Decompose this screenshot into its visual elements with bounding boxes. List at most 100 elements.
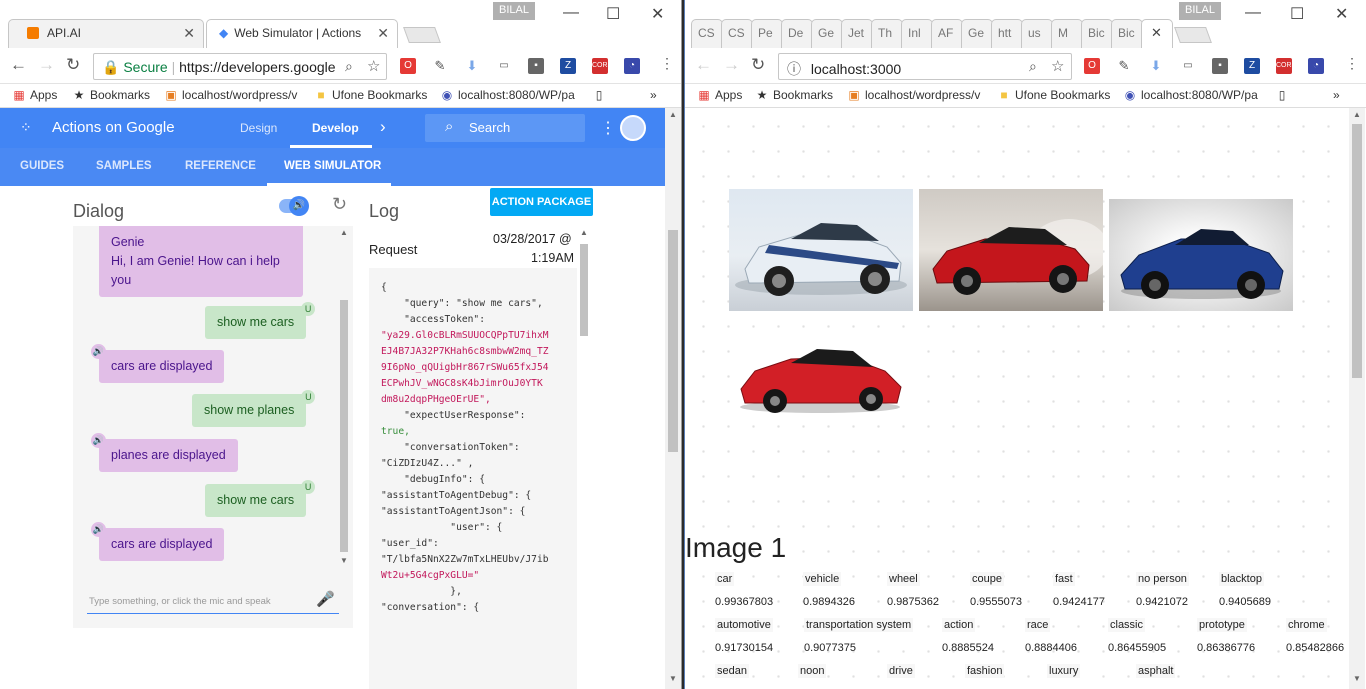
cast-icon[interactable]: ▭ — [496, 58, 512, 74]
mic-icon[interactable]: 🎤 — [316, 590, 335, 608]
subnav-samples[interactable]: SAMPLES — [96, 160, 152, 172]
address-bar[interactable]: 🔒 Secure | https://developers.google — [93, 53, 387, 80]
bookmark-bookmarks[interactable]: ★ Bookmarks — [72, 88, 150, 102]
audio-toggle[interactable]: 🔊 — [279, 196, 309, 216]
page-scrollbar[interactable]: ▲ ▼ — [665, 108, 681, 689]
bookmark-wordpress[interactable]: ▣ localhost/wordpress/v — [164, 88, 297, 102]
tab-apiai[interactable]: API.AI ✕ — [8, 19, 204, 48]
close-tab-icon[interactable]: ✕ — [1151, 25, 1162, 41]
profile-badge[interactable]: BILAL — [1179, 2, 1221, 20]
back-icon[interactable]: ← — [695, 55, 712, 75]
subnav-reference[interactable]: REFERENCE — [185, 160, 256, 172]
car-image-blue-gt[interactable] — [1109, 199, 1293, 311]
tab-item[interactable]: Inl — [901, 19, 933, 48]
bookmark-wordpress[interactable]: ▣ localhost/wordpress/v — [847, 88, 980, 102]
tab-item[interactable]: htt — [991, 19, 1023, 48]
aog-brand[interactable]: Actions on Google — [52, 119, 175, 136]
car-image-red-mustang[interactable] — [919, 189, 1103, 311]
extension-icon[interactable]: ▪ — [1212, 58, 1228, 74]
cors-icon[interactable]: CORS — [1276, 58, 1296, 74]
nav-develop[interactable]: Develop — [312, 121, 359, 135]
tab-item[interactable]: M — [1051, 19, 1083, 48]
speedometer-icon[interactable]: ◔ — [1308, 58, 1324, 74]
log-scrollbar[interactable]: ▲ — [578, 228, 590, 688]
speaker-icon[interactable]: 🔊 — [91, 433, 106, 448]
car-image-red-civic[interactable] — [735, 333, 905, 417]
bookmark-wp[interactable]: ◉ localhost:8080/WP/pa — [440, 88, 575, 102]
eyedropper-icon[interactable]: ✎ — [1116, 58, 1132, 74]
forward-icon[interactable]: → — [723, 55, 740, 75]
bookmark-blank[interactable]: ▯ — [592, 88, 606, 102]
back-icon[interactable]: ← — [10, 55, 27, 75]
tab-item[interactable]: Jet — [841, 19, 873, 48]
nav-design[interactable]: Design — [240, 121, 277, 135]
new-tab-button[interactable] — [1174, 27, 1212, 43]
bookmarks-overflow-icon[interactable]: » — [650, 88, 657, 102]
bookmark-ufone[interactable]: ■ Ufone Bookmarks — [314, 88, 427, 102]
new-tab-button[interactable] — [403, 27, 441, 43]
tab-web-simulator[interactable]: ◆ Web Simulator | Actions ✕ — [206, 19, 398, 48]
bookmark-apps[interactable]: ▦ Apps — [697, 88, 742, 102]
dialog-scrollbar[interactable]: ▲ ▼ — [339, 226, 349, 568]
download-icon[interactable]: ⬇ — [1148, 58, 1164, 74]
close-tab-icon[interactable]: ✕ — [374, 25, 389, 42]
page-scrollbar[interactable]: ▲ ▼ — [1349, 108, 1365, 689]
menu-icon[interactable]: ⋮ — [1345, 55, 1359, 72]
speaker-icon[interactable]: 🔊 — [91, 522, 106, 537]
avatar[interactable] — [620, 115, 646, 141]
tab-item[interactable]: Ge — [811, 19, 843, 48]
tab-item[interactable]: CS — [721, 19, 753, 48]
zotero-icon[interactable]: Z — [1244, 58, 1260, 74]
speaker-icon[interactable]: 🔊 — [91, 344, 106, 359]
minimize-icon[interactable]: — — [1245, 4, 1261, 22]
zotero-icon[interactable]: Z — [560, 58, 576, 74]
menu-icon[interactable]: ⋮ — [660, 55, 674, 72]
reload-icon[interactable]: ↻ — [66, 55, 80, 75]
close-window-icon[interactable]: ✕ — [651, 4, 664, 24]
search-box[interactable]: ⌕ Search — [425, 114, 585, 142]
download-icon[interactable]: ⬇ — [464, 58, 480, 74]
cast-icon[interactable]: ▭ — [1180, 58, 1196, 74]
car-image-white-mustang[interactable] — [729, 189, 913, 311]
forward-icon[interactable]: → — [38, 55, 55, 75]
subnav-guides[interactable]: GUIDES — [20, 160, 64, 172]
extension-icon[interactable]: ▪ — [528, 58, 544, 74]
tab-item[interactable]: Th — [871, 19, 903, 48]
address-bar[interactable]: ⓘ localhost:3000 — [778, 53, 1072, 80]
tab-item[interactable]: us — [1021, 19, 1053, 48]
bookmark-wp[interactable]: ◉ localhost:8080/WP/pa — [1123, 88, 1258, 102]
bookmark-star-icon[interactable]: ☆ — [367, 57, 380, 75]
tab-item[interactable]: CS — [691, 19, 723, 48]
reset-icon[interactable]: ↻ — [332, 194, 347, 215]
bookmark-star-icon[interactable]: ☆ — [1051, 57, 1064, 75]
tab-item[interactable]: De — [781, 19, 813, 48]
minimize-icon[interactable]: — — [563, 4, 579, 22]
speedometer-icon[interactable]: ◔ — [624, 58, 640, 74]
tab-item[interactable]: AF — [931, 19, 963, 48]
message-input[interactable]: Type something, or click the mic and spe… — [87, 586, 339, 614]
reload-icon[interactable]: ↻ — [751, 55, 765, 75]
subnav-web-simulator[interactable]: WEB SIMULATOR — [284, 160, 381, 172]
tab-item[interactable]: Bic — [1081, 19, 1113, 48]
bookmark-blank[interactable]: ▯ — [1275, 88, 1289, 102]
zoom-icon[interactable]: ⌕ — [345, 58, 353, 75]
eyedropper-icon[interactable]: ✎ — [432, 58, 448, 74]
more-vert-icon[interactable]: ⋮ — [600, 118, 616, 138]
chevron-right-icon[interactable]: › — [380, 117, 386, 137]
bookmark-bookmarks[interactable]: ★ Bookmarks — [755, 88, 833, 102]
maximize-icon[interactable]: ☐ — [1290, 4, 1304, 24]
maximize-icon[interactable]: ☐ — [606, 4, 620, 24]
bookmarks-overflow-icon[interactable]: » — [1333, 88, 1340, 102]
extension-opera-icon[interactable]: O — [1084, 58, 1100, 74]
extension-opera-icon[interactable]: O — [400, 58, 416, 74]
cors-icon[interactable]: CORS — [592, 58, 612, 74]
zoom-icon[interactable]: ⌕ — [1029, 58, 1037, 75]
profile-badge[interactable]: BILAL — [493, 2, 535, 20]
action-package-button[interactable]: ACTION PACKAGE — [490, 188, 593, 216]
tab-item[interactable]: Bic — [1111, 19, 1143, 48]
tab-item[interactable]: Ge — [961, 19, 993, 48]
bookmark-ufone[interactable]: ■ Ufone Bookmarks — [997, 88, 1110, 102]
close-window-icon[interactable]: ✕ — [1335, 4, 1348, 24]
tab-item[interactable]: Pe — [751, 19, 783, 48]
close-tab-icon[interactable]: ✕ — [183, 25, 195, 42]
